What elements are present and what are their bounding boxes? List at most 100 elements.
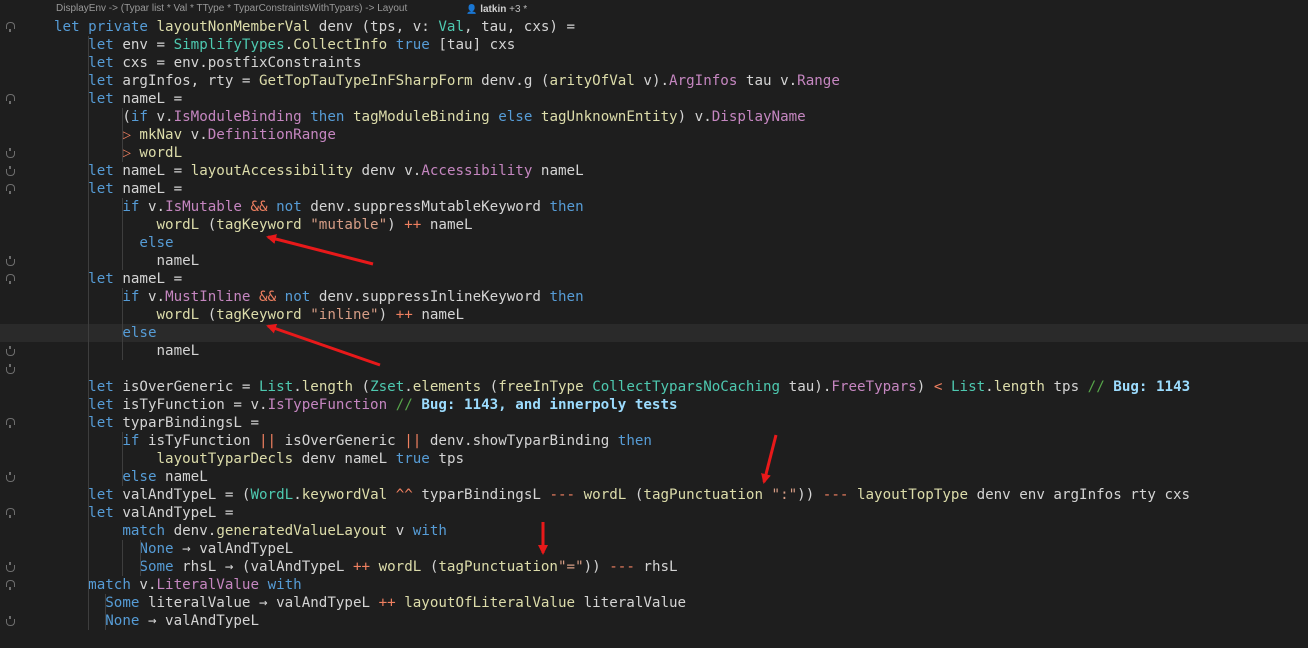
fold-toggle-icon[interactable] [6,580,15,590]
code-line[interactable]: let valAndTypeL = (WordL.keywordVal ^^ t… [0,486,1308,504]
code-line[interactable]: None → valAndTypeL [0,540,1308,558]
code-token: ) [378,307,396,323]
code-line[interactable]: else nameL [0,468,1308,486]
code-line[interactable]: let private layoutNonMemberVal denv (tps… [0,18,1308,36]
code-line[interactable]: let nameL = [0,180,1308,198]
code-token: None [54,613,148,629]
code-line[interactable]: None → valAndTypeL [0,612,1308,630]
code-token: keywordVal [301,487,396,503]
code-token: ++ [395,307,422,323]
code-token: v. [139,577,157,593]
code-line[interactable]: Some rhsL → (valAndTypeL ++ wordL (tagPu… [0,558,1308,576]
fold-toggle-icon[interactable] [6,256,15,266]
code-token: layoutOfLiteralValue [404,595,584,611]
code-editor[interactable]: let private layoutNonMemberVal denv (tps… [0,18,1308,648]
code-token: Bug: 1143 [1113,379,1191,395]
code-line[interactable]: wordL (tagKeyword "mutable") ++ nameL [0,216,1308,234]
code-line[interactable]: ▷ wordL [0,144,1308,162]
fold-toggle-icon[interactable] [6,184,15,194]
code-line[interactable]: let valAndTypeL = [0,504,1308,522]
code-token: ▷ [54,145,140,161]
code-token: ++ [352,559,379,575]
code-line[interactable]: let argInfos, rty = GetTopTauTypeInFShar… [0,72,1308,90]
code-line[interactable]: let nameL = [0,270,1308,288]
code-text: let isTyFunction = v.IsTypeFunction // B… [54,396,678,414]
code-token: nameL [540,163,584,179]
code-text: let valAndTypeL = [54,504,233,522]
code-line[interactable]: wordL (tagKeyword "inline") ++ nameL [0,306,1308,324]
fold-toggle-icon[interactable] [6,346,15,356]
code-token: ) [916,379,934,395]
code-text: None → valAndTypeL [54,540,293,558]
code-token: Some [54,595,148,611]
code-token: && [250,199,277,215]
code-token: generatedValueLayout [216,523,396,539]
code-token: denv (tps, v: [318,19,439,35]
code-text: (if v.IsModuleBinding then tagModuleBind… [54,108,806,126]
code-line[interactable]: else [0,234,1308,252]
fold-toggle-icon[interactable] [6,94,15,104]
code-text: let nameL = [54,270,182,288]
code-line[interactable]: else [0,324,1308,342]
code-line[interactable]: nameL [0,342,1308,360]
fold-toggle-icon[interactable] [6,562,15,572]
code-line[interactable]: if isTyFunction || isOverGeneric || denv… [0,432,1308,450]
code-token: then [617,433,652,449]
indent-guide [122,198,124,270]
code-line[interactable]: nameL [0,252,1308,270]
code-line[interactable]: ▷ mkNav v.DefinitionRange [0,126,1308,144]
code-line[interactable]: let isOverGeneric = List.length (Zset.el… [0,378,1308,396]
fold-toggle-icon[interactable] [6,274,15,284]
code-token: [tau] cxs [438,37,516,53]
fold-toggle-icon[interactable] [6,616,15,626]
code-line[interactable]: let isTyFunction = v.IsTypeFunction // B… [0,396,1308,414]
fold-toggle-icon[interactable] [6,508,15,518]
code-line[interactable]: (if v.IsModuleBinding then tagModuleBind… [0,108,1308,126]
fold-toggle-icon[interactable] [6,364,15,374]
code-line[interactable]: let env = SimplifyTypes.CollectInfo true… [0,36,1308,54]
indent-guide [122,108,124,162]
code-token: ArgInfos [669,73,746,89]
code-line[interactable]: Some literalValue → valAndTypeL ++ layou… [0,594,1308,612]
fold-toggle-icon[interactable] [6,22,15,32]
code-token: Val [438,19,465,35]
code-line[interactable]: let typarBindingsL = [0,414,1308,432]
code-line[interactable]: let cxs = env.postfixConstraints [0,54,1308,72]
code-line[interactable]: let nameL = layoutAccessibility denv v.A… [0,162,1308,180]
code-token: layoutTyparDecls [54,451,302,467]
code-token: SimplifyTypes [173,37,285,53]
code-token: DisplayName [711,109,806,125]
code-token: elements [412,379,490,395]
code-text: if v.MustInline && not denv.suppressInli… [54,288,583,306]
code-token: tagUnknownEntity [540,109,678,125]
code-token: nameL [429,217,473,233]
code-token: ++ [404,217,430,233]
indent-guide [122,432,124,486]
code-token: denv v. [361,163,422,179]
fold-toggle-icon[interactable] [6,418,15,428]
fold-toggle-icon[interactable] [6,166,15,176]
code-text: let argInfos, rty = GetTopTauTypeInFShar… [54,72,840,90]
code-line[interactable]: match v.LiteralValue with [0,576,1308,594]
code-line[interactable]: match denv.generatedValueLayout v with [0,522,1308,540]
fold-toggle-icon[interactable] [6,148,15,158]
code-token: CollectInfo [293,37,396,53]
code-token: // [1087,379,1114,395]
code-token: cxs = env.postfixConstraints [122,55,362,71]
code-line[interactable]: if v.IsMutable && not denv.suppressMutab… [0,198,1308,216]
author-codelens[interactable]: 👤 latkin +3 * [466,0,527,19]
code-line[interactable]: if v.MustInline && not denv.suppressInli… [0,288,1308,306]
code-token: ++ [378,595,405,611]
code-line[interactable]: layoutTyparDecls denv nameL true tps [0,450,1308,468]
code-token: with [267,577,302,593]
fold-toggle-icon[interactable] [6,472,15,482]
code-token: MustInline [165,289,260,305]
code-line[interactable] [0,360,1308,378]
code-token: Bug: 1143, and innerpoly tests [421,397,678,413]
code-token: --- [549,487,584,503]
code-token: nameL [421,307,465,323]
code-text: else nameL [54,468,207,486]
code-line[interactable]: let nameL = [0,90,1308,108]
code-token: ) v. [677,109,712,125]
code-token: FreeTypars [831,379,917,395]
